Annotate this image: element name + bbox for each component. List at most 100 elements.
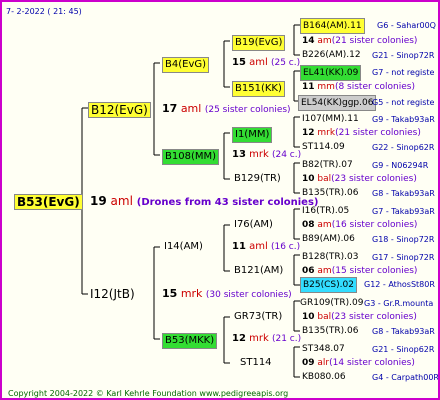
gen3-drones-7: 10 bal(23 sister colonies) bbox=[302, 311, 417, 323]
gen4-info-5: G9 - Takab93aR bbox=[372, 115, 435, 124]
gen3-count-1: 14 bbox=[302, 36, 315, 46]
root-note: (Drones from 43 sister colonies) bbox=[136, 197, 319, 208]
gen3-drones-2: 11 mm(8 sister colonies) bbox=[302, 81, 415, 93]
gen3-gene-7: bal bbox=[317, 312, 332, 322]
timestamp: 7- 2-2022 ( 21: 45) bbox=[6, 7, 82, 16]
gen4-info-8: G8 - Takab93aR bbox=[372, 189, 435, 198]
gen3-drones-1: 14 am(21 sister colonies) bbox=[302, 35, 417, 47]
footer-copyright: Copyright 2004-2022 © Karl Kehrle Founda… bbox=[8, 389, 289, 398]
gen3-gene-3: mrk bbox=[317, 128, 336, 138]
gen4-info-4: G5 - not registe bbox=[372, 98, 435, 107]
gen3-note-5: (16 sister colonies) bbox=[331, 220, 418, 230]
gen1-drones-1: 17 aml (25 sister colonies) bbox=[162, 103, 291, 116]
gen2-note-4: (21 c.) bbox=[271, 334, 302, 344]
gen2-note-2: (24 c.) bbox=[271, 150, 302, 160]
gen1-node-2: I12(JtB) bbox=[90, 287, 135, 301]
gen3-gene-8: alr bbox=[317, 358, 330, 368]
root-drones: 19 aml (Drones from 43 sister colonies) bbox=[90, 195, 318, 209]
gen4-info-16: G4 - Carpath00R bbox=[372, 373, 439, 382]
gen4-node-4: EL54(KK)ggp.06 bbox=[298, 95, 377, 111]
gen4-node-10: B89(AM).06 bbox=[302, 234, 355, 244]
gen2-gene-3: aml bbox=[249, 241, 268, 252]
gen1-count-1: 17 bbox=[162, 102, 178, 115]
gen4-node-8: B135(TR).06 bbox=[302, 188, 359, 198]
gen2-drones-3: 11 aml (16 c.) bbox=[232, 241, 300, 253]
gen3-gene-6: am bbox=[317, 266, 332, 276]
gen3-note-8: (14 sister colonies) bbox=[329, 358, 415, 368]
gen3-note-7: (23 sister colonies) bbox=[331, 312, 417, 322]
gen1-gene-2: mrk bbox=[180, 287, 203, 300]
gen3-gene-2: mm bbox=[317, 82, 335, 92]
gen2-gene-4: mrk bbox=[249, 333, 269, 344]
gen4-node-3: EL41(KK).09 bbox=[300, 65, 362, 81]
gen4-node-11: B128(TR).03 bbox=[302, 252, 359, 262]
gen4-info-6: G22 - Sinop62R bbox=[372, 143, 435, 152]
gen3-node-4: B129(TR) bbox=[234, 173, 281, 184]
gen4-info-1: G6 - Sahar00Q bbox=[377, 21, 436, 30]
gen4-info-15: G21 - Sinop62R bbox=[372, 345, 435, 354]
gen3-drones-5: 08 am(16 sister colonies) bbox=[302, 219, 417, 231]
gen1-drones-2: 15 mrk (30 sister colonies) bbox=[162, 288, 292, 301]
gen3-count-2: 11 bbox=[302, 82, 315, 92]
gen2-node-1: B4(EvG) bbox=[162, 57, 210, 73]
gen1-node-1: B12(EvG) bbox=[88, 102, 151, 118]
gen4-node-5: I107(MM).11 bbox=[302, 114, 359, 124]
gen3-note-2: (8 sister colonies) bbox=[334, 82, 415, 92]
gen4-node-13: GR109(TR).09 bbox=[300, 298, 364, 308]
gen3-drones-8: 09 alr(14 sister colonies) bbox=[302, 357, 415, 369]
gen1-gene-1: aml bbox=[180, 102, 202, 115]
root-gene: aml bbox=[110, 194, 133, 208]
gen2-node-4: B53(MKK) bbox=[162, 333, 218, 349]
gen2-drones-2: 13 mrk (24 c.) bbox=[232, 149, 301, 161]
gen3-note-1: (21 sister colonies) bbox=[331, 36, 418, 46]
gen3-drones-3: 12 mrk(21 sister colonies) bbox=[302, 127, 421, 139]
gen3-node-1: B19(EvG) bbox=[232, 35, 286, 51]
gen2-node-2: B108(MM) bbox=[162, 149, 220, 165]
gen4-node-15: ST348.07 bbox=[302, 344, 345, 354]
gen4-info-11: G17 - Sinop72R bbox=[372, 253, 435, 262]
gen1-count-2: 15 bbox=[162, 287, 178, 300]
gen3-node-3: I1(MM) bbox=[232, 127, 273, 143]
gen2-node-3: I14(AM) bbox=[164, 241, 203, 252]
gen1-note-1: (25 sister colonies) bbox=[204, 105, 291, 115]
gen4-info-13: G3 - Gr.R.mounta bbox=[364, 299, 434, 308]
gen3-count-5: 08 bbox=[302, 220, 315, 230]
gen4-node-1: B164(AM).11 bbox=[300, 18, 365, 34]
gen4-node-16: KB080.06 bbox=[302, 372, 346, 382]
gen3-count-3: 12 bbox=[302, 128, 315, 138]
gen2-note-3: (16 c.) bbox=[270, 242, 301, 252]
gen3-gene-5: am bbox=[317, 220, 332, 230]
gen3-count-4: 10 bbox=[302, 174, 315, 184]
gen2-gene-1: aml bbox=[249, 57, 268, 68]
gen3-note-3: (21 sister colonies) bbox=[335, 128, 421, 138]
gen3-drones-6: 06 am(15 sister colonies) bbox=[302, 265, 417, 277]
gen4-node-9: I16(TR).05 bbox=[302, 206, 350, 216]
gen4-node-6: ST114.09 bbox=[302, 142, 345, 152]
gen3-gene-1: am bbox=[317, 36, 332, 46]
gen4-node-12: B25(CS).02 bbox=[300, 277, 357, 293]
gen4-info-14: G8 - Takab93aR bbox=[372, 327, 435, 336]
gen3-gene-4: bal bbox=[317, 174, 332, 184]
gen2-note-1: (25 c.) bbox=[270, 58, 301, 68]
gen2-count-2: 13 bbox=[232, 149, 246, 160]
pedigree-chart: 7- 2-2022 ( 21: 45) B53(EvG) 19 aml (Dro… bbox=[0, 0, 440, 400]
gen2-drones-1: 15 aml (25 c.) bbox=[232, 57, 300, 69]
gen3-count-8: 09 bbox=[302, 358, 315, 368]
gen3-drones-4: 10 bal(23 sister colonies) bbox=[302, 173, 417, 185]
gen3-note-4: (23 sister colonies) bbox=[331, 174, 417, 184]
gen2-gene-2: mrk bbox=[249, 149, 269, 160]
gen2-count-4: 12 bbox=[232, 333, 246, 344]
gen4-node-7: B82(TR).07 bbox=[302, 160, 353, 170]
root-count: 19 bbox=[90, 194, 107, 208]
gen4-info-12: G12 - AthosSt80R bbox=[364, 280, 435, 289]
gen4-node-2: B226(AM).12 bbox=[302, 50, 361, 60]
gen2-count-1: 15 bbox=[232, 57, 246, 68]
gen3-node-5: I76(AM) bbox=[234, 219, 273, 230]
gen2-drones-4: 12 mrk (21 c.) bbox=[232, 333, 301, 345]
gen3-count-7: 10 bbox=[302, 312, 315, 322]
gen4-info-9: G7 - Takab93aR bbox=[372, 207, 435, 216]
gen3-count-6: 06 bbox=[302, 266, 315, 276]
gen3-note-6: (15 sister colonies) bbox=[331, 266, 418, 276]
gen3-node-2: B151(KK) bbox=[232, 81, 285, 97]
gen4-info-7: G9 - N06294R bbox=[372, 161, 429, 170]
